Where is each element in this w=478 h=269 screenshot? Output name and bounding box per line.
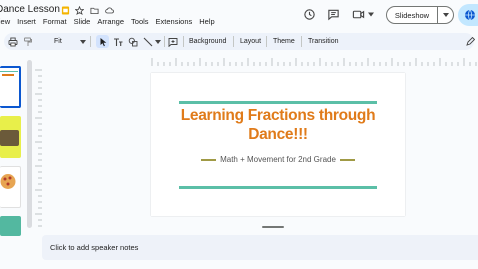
subtitle-dash-left: [201, 158, 217, 161]
cloud-status-icon[interactable]: [105, 6, 114, 15]
slide-thumbnail-1[interactable]: [0, 66, 21, 108]
toolbar-divider: [266, 36, 267, 47]
notes-resize-handle[interactable]: [262, 226, 284, 228]
menu-insert[interactable]: Insert: [17, 17, 36, 26]
slide-title[interactable]: Learning Fractions through Dance!!!: [151, 106, 405, 144]
slide-title-line-2: Dance!!!: [248, 126, 308, 143]
zoom-select[interactable]: Fit: [54, 36, 62, 47]
menu-tools[interactable]: Tools: [131, 17, 149, 26]
toolbar-divider: [90, 36, 91, 47]
vertical-ruler[interactable]: [35, 66, 42, 230]
slide-thumbnail-3[interactable]: [0, 166, 21, 208]
paint-format-icon[interactable]: [23, 37, 33, 47]
transition-button[interactable]: Transition: [308, 36, 338, 47]
subtitle-dash-right: [339, 158, 355, 161]
select-cursor-icon: [100, 38, 107, 47]
globe-icon: [465, 9, 475, 21]
slideshow-button-label: Slideshow: [394, 10, 430, 20]
line-chevron-icon[interactable]: [155, 40, 161, 44]
background-button[interactable]: Background: [189, 36, 226, 47]
comment-icon[interactable]: [327, 8, 340, 21]
slide-title-line-1: Learning Fractions through: [180, 107, 376, 124]
slide-thumbnail-2[interactable]: [0, 116, 21, 158]
slideshow-options-button[interactable]: [437, 7, 453, 23]
horizontal-ruler[interactable]: [42, 58, 478, 66]
slide-subtitle[interactable]: Math + Movement for 2nd Grade: [220, 155, 336, 164]
slides-logo-icon[interactable]: [61, 6, 70, 15]
slide-thumbnail-4[interactable]: [0, 216, 21, 236]
menu-extensions[interactable]: Extensions: [156, 17, 193, 26]
filmstrip-scrollbar[interactable]: [27, 60, 32, 228]
toolbar: [4, 33, 474, 50]
menu-help[interactable]: Help: [199, 17, 214, 26]
menu-format[interactable]: Format: [43, 17, 67, 26]
layout-button[interactable]: Layout: [240, 36, 261, 47]
thumbnail-line-mark: [0, 71, 18, 72]
menu-view[interactable]: View: [0, 17, 10, 26]
top-divider-line: [179, 101, 377, 104]
camera-icon[interactable]: [352, 8, 365, 21]
slideshow-button[interactable]: Slideshow: [386, 6, 454, 24]
line-icon[interactable]: [143, 37, 153, 47]
menu-bar: View Insert Format Slide Arrange Tools E…: [0, 17, 215, 26]
shape-icon[interactable]: [128, 37, 138, 47]
text-box-icon[interactable]: [113, 37, 123, 47]
menu-slide[interactable]: Slide: [74, 17, 91, 26]
dropdown-caret-icon[interactable]: [368, 12, 374, 17]
thumbnail-title-mark: [2, 74, 14, 76]
print-icon[interactable]: [8, 37, 18, 47]
subtitle-row: Math + Movement for 2nd Grade: [151, 155, 405, 164]
slide-canvas[interactable]: Learning Fractions through Dance!!! Math…: [151, 73, 405, 216]
toolbar-divider: [301, 36, 302, 47]
speaker-notes-placeholder[interactable]: Click to add speaker notes: [50, 243, 138, 252]
share-button[interactable]: [458, 4, 478, 26]
zoom-value: Fit: [54, 38, 62, 45]
star-icon[interactable]: [75, 6, 84, 15]
document-title[interactable]: Dance Lesson: [0, 4, 60, 15]
toolbar-divider: [183, 36, 184, 47]
history-icon[interactable]: [303, 8, 316, 21]
theme-button[interactable]: Theme: [273, 36, 295, 47]
add-comment-icon[interactable]: [168, 37, 178, 47]
menu-arrange[interactable]: Arrange: [97, 17, 124, 26]
move-to-folder-icon[interactable]: [90, 6, 99, 15]
bottom-divider-line: [179, 186, 377, 189]
pen-icon[interactable]: [465, 37, 475, 47]
zoom-chevron-icon[interactable]: [80, 40, 86, 44]
pizza-image: [0, 174, 16, 189]
thumbnail-photo: [0, 130, 19, 146]
chevron-down-icon: [442, 13, 449, 17]
toolbar-divider: [233, 36, 234, 47]
toolbar-divider: [164, 36, 165, 47]
